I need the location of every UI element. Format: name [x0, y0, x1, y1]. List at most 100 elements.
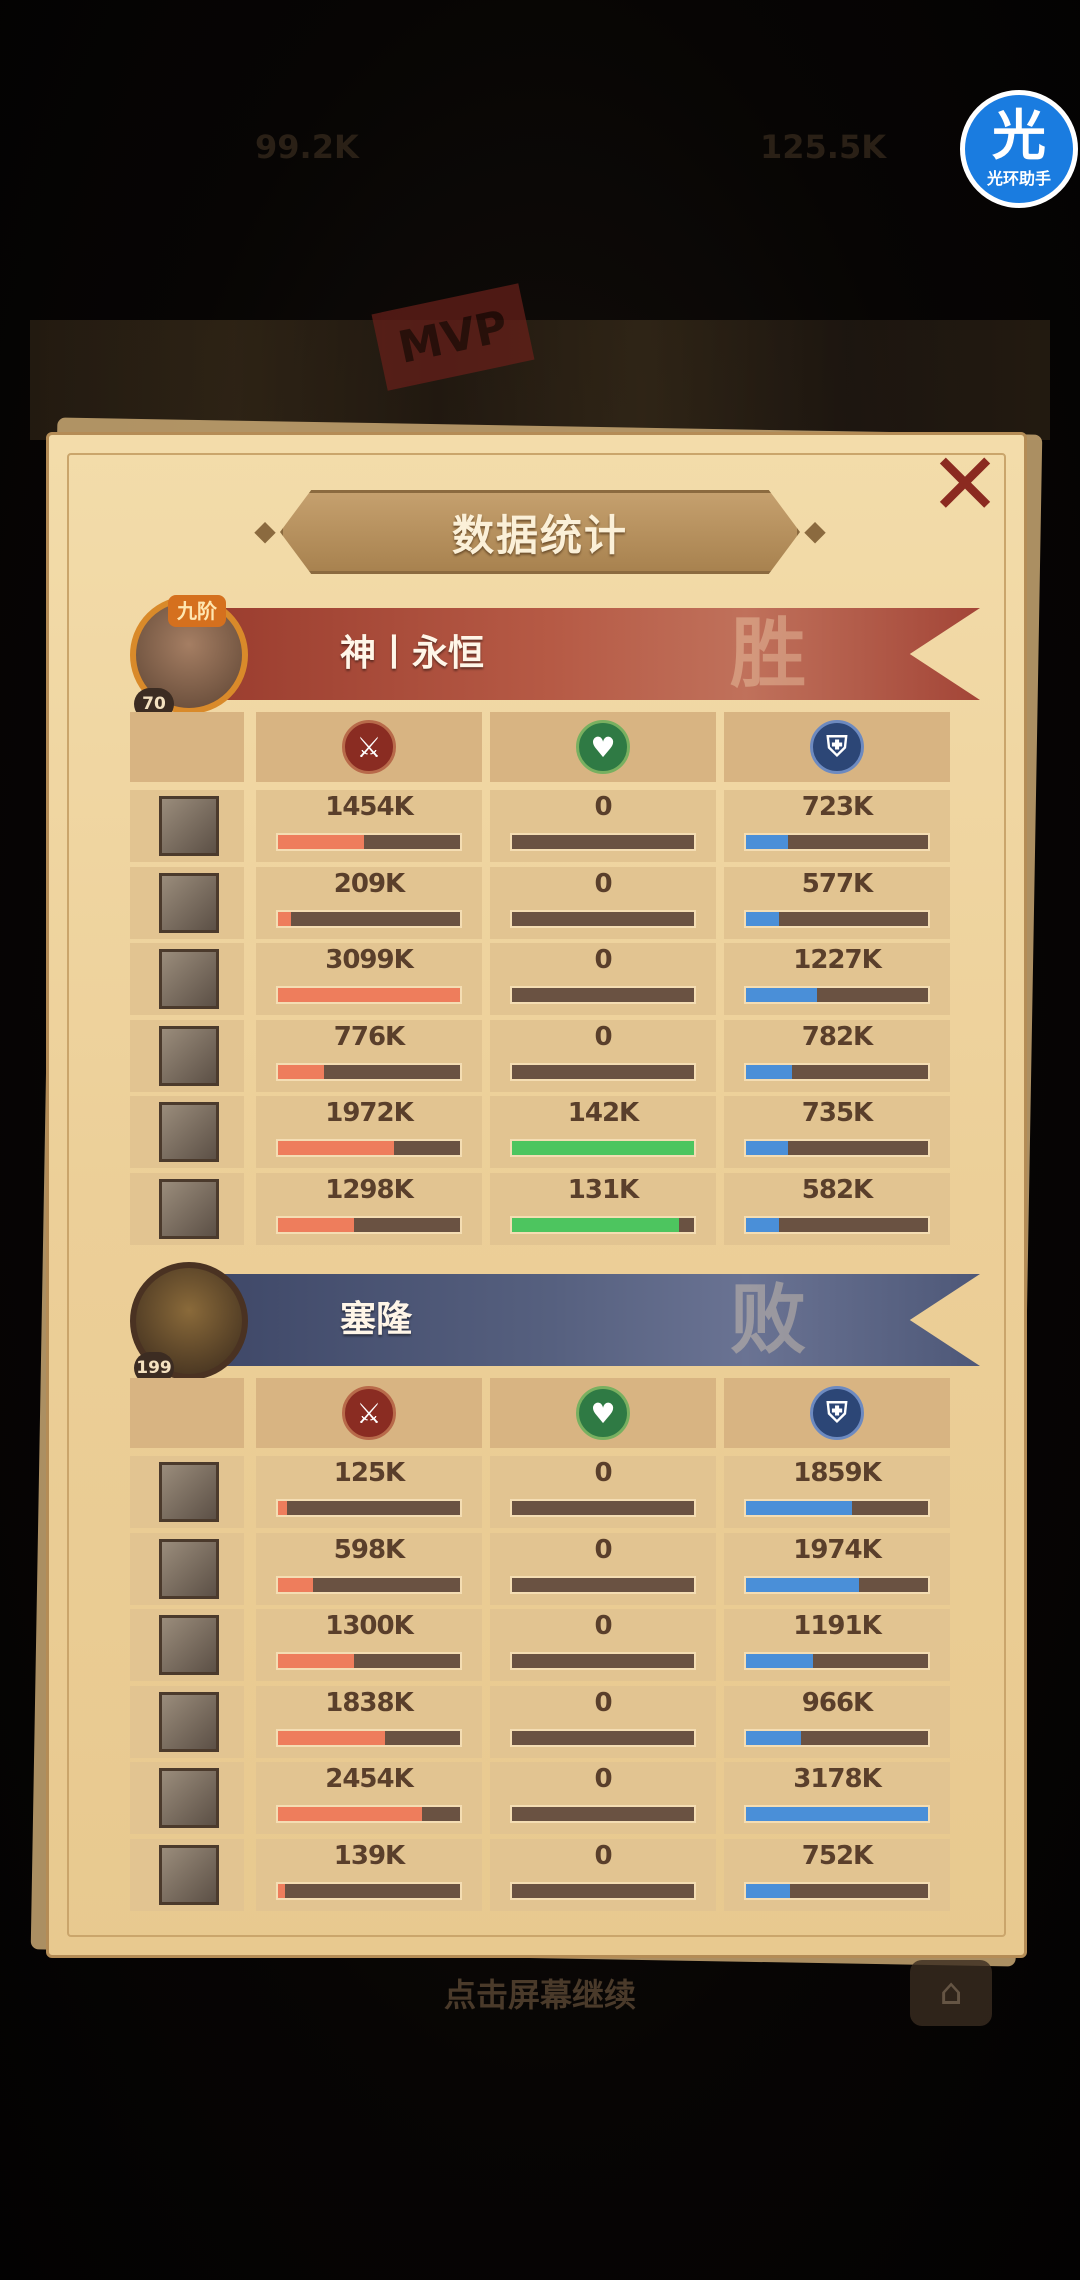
- tanked-bar: [744, 1652, 930, 1670]
- tanked-bar-fill: [746, 1501, 852, 1515]
- victory-mark: 胜: [730, 609, 806, 698]
- tanked-cell: 3178K: [724, 1762, 950, 1834]
- tanked-bar-fill: [746, 1883, 790, 1898]
- tanked-bar: [744, 909, 930, 928]
- hero-portrait[interactable]: [159, 1615, 219, 1675]
- healing-cell: 0: [490, 1532, 716, 1605]
- tanked-bar: [744, 833, 930, 851]
- portrait-cell: [130, 1172, 244, 1245]
- tanked-bar-fill: [746, 1730, 801, 1745]
- hero-portrait[interactable]: [159, 1102, 219, 1162]
- healing-value: 0: [594, 1764, 612, 1794]
- healing-bar: [510, 1805, 696, 1823]
- heart-plus-icon: ♥: [576, 720, 630, 774]
- damage-bar-fill: [278, 911, 291, 926]
- tanked-value: 752K: [801, 1840, 873, 1871]
- hero-portrait[interactable]: [159, 949, 219, 1009]
- portrait-cell: [130, 1532, 244, 1605]
- damage-bar: [276, 833, 462, 851]
- shield-icon: ⛨: [810, 720, 864, 774]
- tanked-cell: 966K: [724, 1685, 950, 1758]
- tanked-bar: [744, 1881, 930, 1900]
- hero-portrait[interactable]: [159, 872, 219, 933]
- tanked-cell: 1191K: [724, 1609, 950, 1681]
- damage-bar-fill: [278, 1883, 286, 1898]
- tanked-bar: [744, 1499, 930, 1517]
- portrait-cell: [130, 1096, 244, 1168]
- tanked-bar: [744, 1728, 930, 1747]
- healing-cell: 0: [490, 1838, 716, 1911]
- healing-bar-fill: [512, 1141, 694, 1155]
- portrait-cell: [130, 866, 244, 939]
- damage-bar-fill: [278, 1141, 395, 1155]
- tanked-value: 782K: [801, 1021, 873, 1052]
- portrait-cell: [130, 1685, 244, 1758]
- hero-stat-row: 1300K 0 1191K: [130, 1609, 950, 1681]
- healing-cell: 131K: [490, 1172, 716, 1245]
- tanked-value: 582K: [801, 1174, 873, 1205]
- share-icon[interactable]: ⌂: [910, 1960, 992, 2026]
- damage-bar: [276, 1575, 462, 1594]
- healing-cell: 0: [490, 1019, 716, 1092]
- healing-value: 0: [594, 1611, 612, 1641]
- damage-bar-fill: [278, 1577, 313, 1592]
- hero-portrait[interactable]: [159, 1538, 219, 1599]
- tanked-bar: [744, 1805, 930, 1823]
- healing-bar: [510, 1728, 696, 1747]
- hero-portrait[interactable]: [159, 1691, 219, 1752]
- healing-value: 0: [594, 1534, 612, 1565]
- tanked-bar: [744, 1575, 930, 1594]
- damage-bar-fill: [278, 835, 364, 849]
- tanked-value: 1974K: [793, 1534, 882, 1565]
- header-blank-cell: [130, 712, 244, 782]
- damage-value: 3099K: [325, 945, 414, 975]
- tanked-cell: 1974K: [724, 1532, 950, 1605]
- helper-app-button[interactable]: 光 光环助手: [960, 90, 1078, 208]
- hero-portrait[interactable]: [159, 1768, 219, 1828]
- hero-portrait[interactable]: [159, 796, 219, 856]
- hero-portrait[interactable]: [159, 1844, 219, 1905]
- tanked-value: 577K: [801, 868, 873, 899]
- damage-value: 1972K: [325, 1098, 414, 1128]
- portrait-cell: [130, 1609, 244, 1681]
- tanked-cell: 723K: [724, 790, 950, 862]
- tanked-cell: 582K: [724, 1172, 950, 1245]
- tanked-bar-fill: [746, 911, 779, 926]
- tanked-value: 1191K: [793, 1611, 882, 1641]
- damage-cell: 776K: [256, 1019, 482, 1092]
- damage-cell: 209K: [256, 866, 482, 939]
- tanked-bar-fill: [746, 1807, 928, 1821]
- hero-portrait[interactable]: [159, 1025, 219, 1086]
- hero-stat-row: 3099K 0 1227K: [130, 943, 950, 1015]
- tanked-value: 3178K: [793, 1764, 882, 1794]
- hero-portrait[interactable]: [159, 1178, 219, 1239]
- header-damage: ⚔: [256, 712, 482, 782]
- damage-bar-fill: [278, 1217, 355, 1232]
- damage-cell: 1454K: [256, 790, 482, 862]
- damage-value: 598K: [333, 1534, 405, 1565]
- damage-cell: 1300K: [256, 1609, 482, 1681]
- team-banner-winner: [200, 608, 980, 700]
- close-button[interactable]: ✕: [920, 440, 1010, 530]
- damage-bar-fill: [278, 1654, 355, 1668]
- healing-bar: [510, 909, 696, 928]
- damage-bar: [276, 1499, 462, 1517]
- hero-stat-row: 125K 0 1859K: [130, 1456, 950, 1528]
- tanked-bar-fill: [746, 1577, 859, 1592]
- hero-stat-row: 1838K 0 966K: [130, 1685, 950, 1758]
- healing-value: 0: [594, 1687, 612, 1718]
- helper-logo-icon: 光: [992, 104, 1046, 167]
- portrait-cell: [130, 790, 244, 862]
- tanked-cell: 577K: [724, 866, 950, 939]
- damage-cell: 125K: [256, 1456, 482, 1528]
- tanked-bar-fill: [746, 1141, 788, 1155]
- tanked-cell: 735K: [724, 1096, 950, 1168]
- healing-cell: 0: [490, 866, 716, 939]
- hero-stat-row: 139K 0 752K: [130, 1838, 950, 1911]
- hero-stat-row: 598K 0 1974K: [130, 1532, 950, 1605]
- portrait-cell: [130, 943, 244, 1015]
- tanked-bar: [744, 1215, 930, 1234]
- header-healing: ♥: [490, 712, 716, 782]
- damage-cell: 1298K: [256, 1172, 482, 1245]
- hero-portrait[interactable]: [159, 1462, 219, 1522]
